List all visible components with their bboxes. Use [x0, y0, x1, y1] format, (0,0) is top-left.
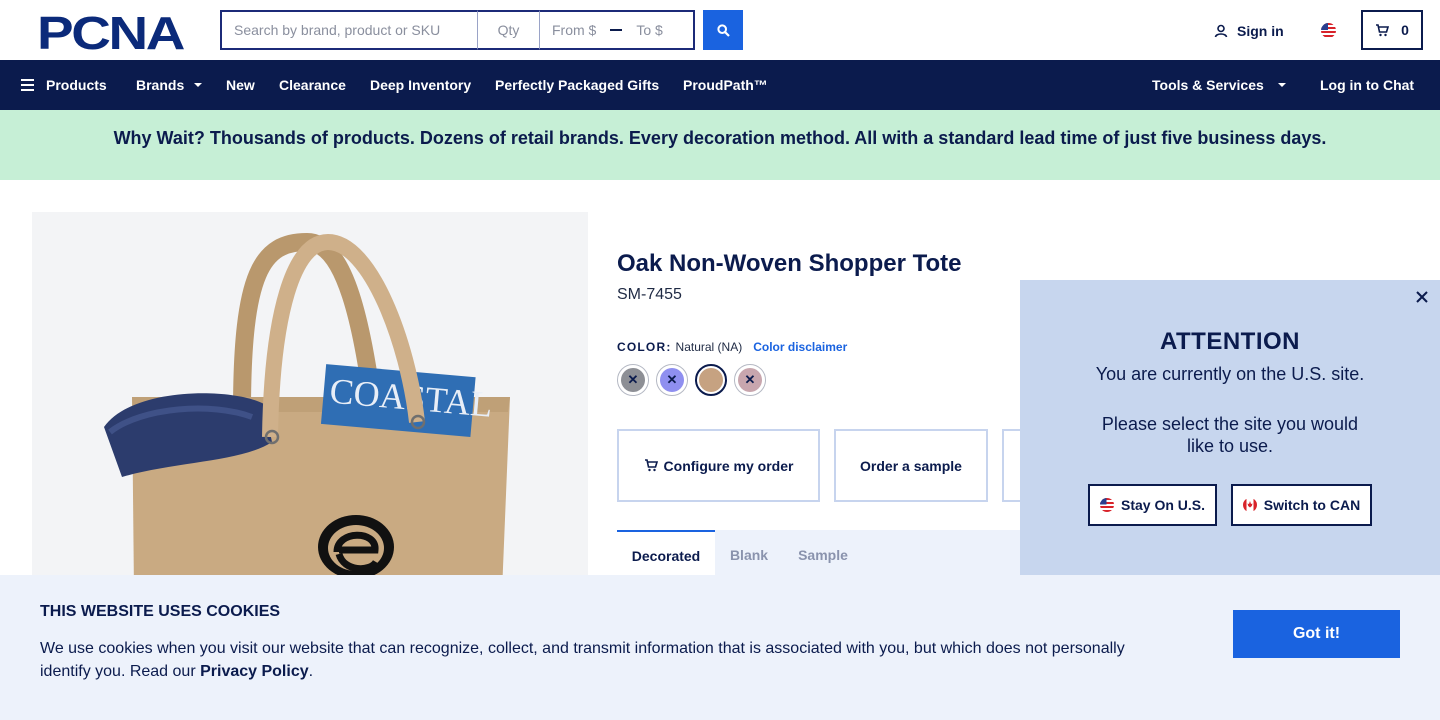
product-image[interactable]: COASTAL: [32, 212, 588, 592]
cart-count: 0: [1401, 22, 1409, 38]
nav-clearance[interactable]: Clearance: [279, 60, 346, 110]
nav-brands-label: Brands: [136, 77, 185, 93]
cookie-banner: THIS WEBSITE USES COOKIES We use cookies…: [0, 575, 1440, 720]
product-title: Oak Non-Woven Shopper Tote: [617, 250, 962, 277]
nav-proudpath[interactable]: ProudPath™: [683, 60, 768, 110]
nav-brands[interactable]: Brands: [136, 60, 203, 110]
price-range: From $ To $: [540, 10, 695, 50]
privacy-policy-link[interactable]: Privacy Policy: [200, 663, 309, 680]
range-dash: [610, 29, 623, 31]
unavailable-x-icon: ✕: [660, 368, 684, 392]
nav-chat-login[interactable]: Log in to Chat: [1320, 60, 1414, 110]
promo-text: Why Wait? Thousands of products. Dozens …: [113, 127, 1327, 148]
main-nav: Products Brands New Clearance Deep Inven…: [0, 60, 1440, 110]
sign-in-label: Sign in: [1237, 23, 1284, 39]
chevron-down-icon: [1277, 83, 1286, 87]
search-icon: [716, 23, 730, 37]
configure-order-label: Configure my order: [663, 457, 794, 474]
swatch-natural[interactable]: [695, 364, 727, 396]
cart-button[interactable]: 0: [1361, 10, 1423, 50]
region-popup: ATTENTION You are currently on the U.S. …: [1020, 280, 1440, 578]
got-it-button[interactable]: Got it!: [1233, 610, 1400, 658]
unavailable-x-icon: ✕: [738, 368, 762, 392]
nav-deep-inventory[interactable]: Deep Inventory: [370, 60, 471, 110]
cookie-title: THIS WEBSITE USES COOKIES: [40, 603, 281, 620]
color-row: COLOR: Natural (NA) Color disclaimer: [617, 340, 847, 354]
price-to-input[interactable]: To $: [636, 22, 662, 38]
nav-new[interactable]: New: [226, 60, 255, 110]
tab-decorated[interactable]: Decorated: [617, 530, 715, 580]
nav-products-label: Products: [46, 77, 107, 93]
color-value: Natural (NA): [675, 340, 743, 354]
chevron-down-icon: [194, 83, 203, 87]
cookie-text: We use cookies when you visit our websit…: [40, 637, 1150, 683]
promo-banner: Why Wait? Thousands of products. Dozens …: [0, 110, 1440, 180]
color-disclaimer-link[interactable]: Color disclaimer: [753, 340, 847, 354]
us-flag-icon: [1099, 498, 1114, 512]
tab-sample[interactable]: Sample: [783, 530, 863, 580]
tab-blank[interactable]: Blank: [715, 530, 783, 580]
popup-title: ATTENTION: [1159, 328, 1301, 355]
search-button[interactable]: [703, 10, 743, 50]
sign-in-link[interactable]: Sign in: [1214, 22, 1284, 40]
swatch-natural-fill: [699, 368, 723, 392]
logo-text: PCNA: [37, 12, 184, 52]
nav-tools-services[interactable]: Tools & Services: [1152, 60, 1286, 110]
price-from-input[interactable]: From $: [552, 22, 596, 38]
cart-icon: [644, 459, 658, 472]
search-input[interactable]: Search by brand, product or SKU: [220, 10, 478, 50]
user-icon: [1214, 24, 1228, 38]
configure-order-button[interactable]: Configure my order: [617, 429, 820, 502]
swatch-periwinkle[interactable]: ✕: [656, 364, 688, 396]
hamburger-icon: [21, 79, 34, 91]
color-label: COLOR:: [617, 340, 672, 354]
order-sample-button[interactable]: Order a sample: [834, 429, 988, 502]
popup-message: You are currently on the U.S. site.: [1095, 364, 1365, 384]
stay-us-button[interactable]: Stay On U.S.: [1088, 484, 1217, 526]
switch-can-button[interactable]: Switch to CAN: [1231, 484, 1372, 526]
top-header: PCNA Search by brand, product or SKU Qty…: [0, 0, 1440, 60]
cookie-end: .: [308, 663, 314, 680]
cart-icon: [1376, 23, 1390, 36]
tote-illustration: COASTAL: [104, 232, 510, 592]
nav-packaged-gifts[interactable]: Perfectly Packaged Gifts: [495, 60, 659, 110]
popup-prompt: Please select the site you would like to…: [1101, 414, 1359, 456]
stay-us-label: Stay On U.S.: [1120, 497, 1206, 513]
qty-input[interactable]: Qty: [478, 10, 540, 50]
search-group: Search by brand, product or SKU Qty From…: [220, 10, 695, 50]
switch-can-label: Switch to CAN: [1263, 497, 1361, 513]
close-icon[interactable]: [1415, 290, 1429, 304]
swatch-mauve[interactable]: ✕: [734, 364, 766, 396]
us-flag-icon[interactable]: [1321, 23, 1336, 38]
swatch-gray[interactable]: ✕: [617, 364, 649, 396]
product-sku: SM-7455: [617, 286, 682, 303]
nav-products[interactable]: Products: [21, 60, 107, 110]
e-logo-icon: [318, 515, 394, 579]
nav-tools-label: Tools & Services: [1152, 77, 1264, 93]
canada-flag-icon: [1242, 498, 1257, 512]
pcna-logo[interactable]: PCNA: [37, 12, 185, 52]
unavailable-x-icon: ✕: [621, 368, 645, 392]
